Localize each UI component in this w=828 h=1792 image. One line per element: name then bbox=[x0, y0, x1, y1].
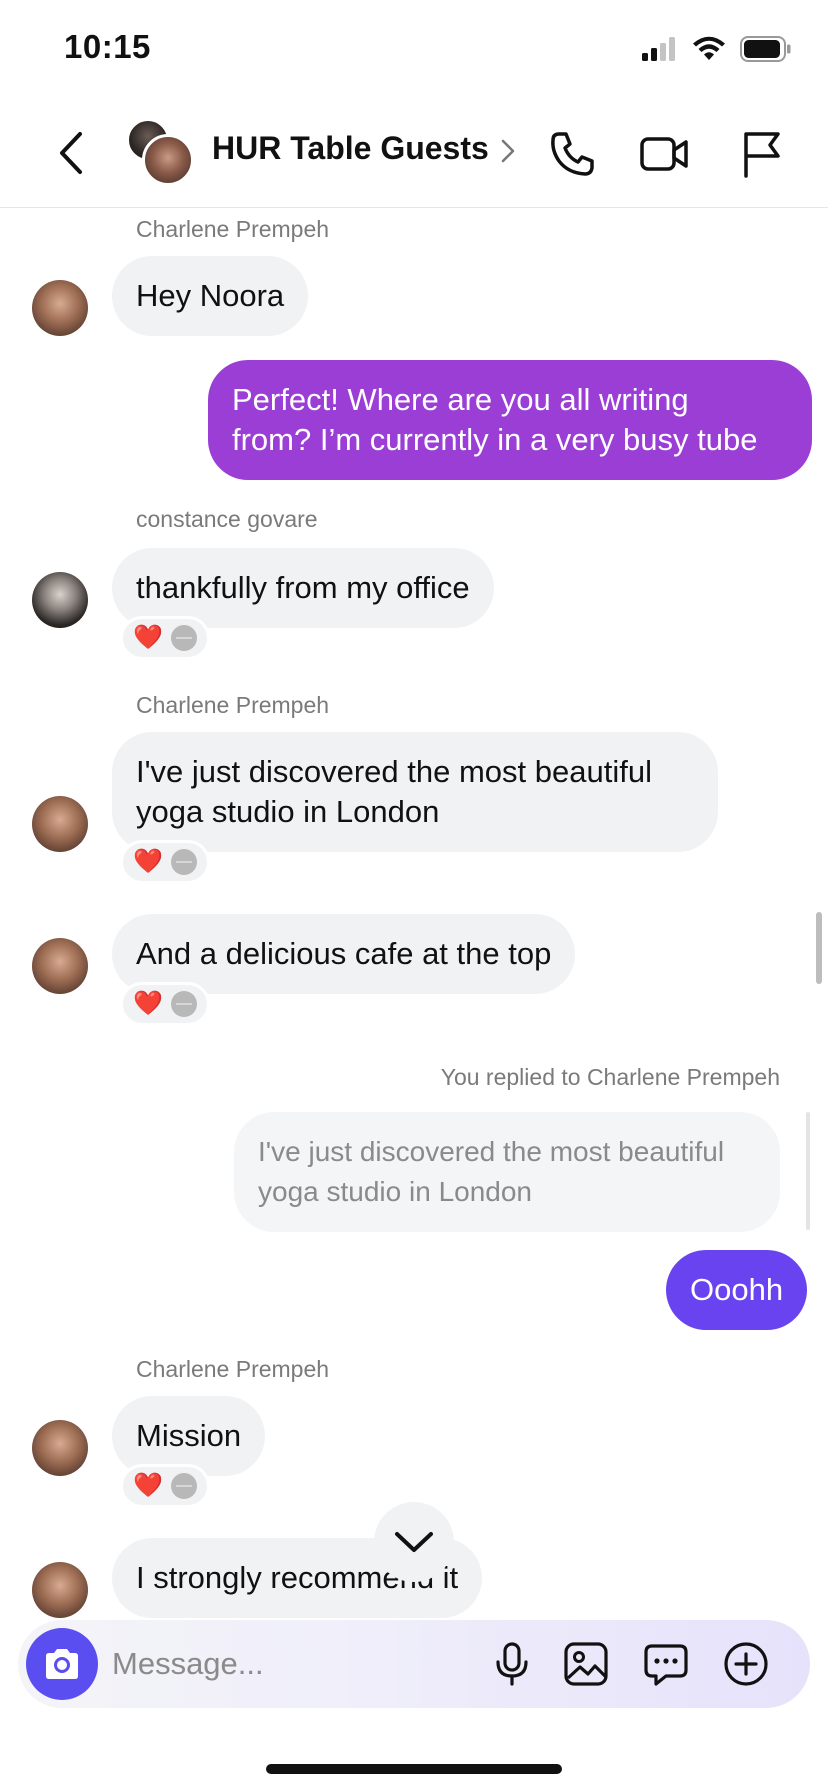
heart-reaction-icon: ❤️ bbox=[133, 990, 163, 1017]
phone-icon[interactable] bbox=[546, 128, 598, 180]
message-text-line: Perfect! Where are you all writing bbox=[232, 382, 689, 417]
status-time: 10:15 bbox=[64, 28, 151, 65]
incoming-message-bubble[interactable]: Hey Noora bbox=[112, 256, 309, 336]
battery-icon bbox=[740, 36, 791, 62]
avatar[interactable] bbox=[32, 280, 88, 336]
message-text-line: I've just discovered the most beautiful bbox=[136, 754, 652, 789]
wifi-icon bbox=[693, 36, 725, 60]
message-text-line: from? I’m currently in a very busy tube bbox=[232, 422, 758, 457]
home-indicator bbox=[266, 1764, 562, 1774]
sender-name: Charlene Prempeh bbox=[136, 692, 330, 718]
heart-reaction-icon: ❤️ bbox=[133, 848, 163, 875]
group-title[interactable]: HUR Table Guests bbox=[212, 130, 489, 167]
outgoing-message-bubble[interactable]: Ooohh bbox=[666, 1250, 808, 1330]
avatar[interactable] bbox=[32, 796, 88, 852]
sender-name: constance govare bbox=[136, 506, 318, 532]
message-input[interactable] bbox=[112, 1640, 452, 1688]
plus-circle-icon[interactable] bbox=[722, 1640, 770, 1688]
message-text: thankfully from my office bbox=[136, 570, 470, 605]
message-composer bbox=[18, 1620, 810, 1708]
gallery-image-icon[interactable] bbox=[562, 1640, 610, 1688]
sender-name: Charlene Prempeh bbox=[136, 1356, 330, 1382]
flag-icon[interactable] bbox=[736, 128, 788, 180]
quoted-text-line: yoga studio in London bbox=[258, 1176, 532, 1207]
avatar[interactable] bbox=[32, 572, 88, 628]
group-avatar[interactable] bbox=[126, 118, 194, 186]
message-text: Ooohh bbox=[690, 1272, 784, 1307]
reactor-avatar-icon bbox=[170, 849, 197, 875]
video-camera-icon[interactable] bbox=[638, 128, 690, 180]
incoming-message-bubble[interactable]: I've just discovered the most beautiful … bbox=[112, 732, 718, 852]
heart-reaction-icon: ❤️ bbox=[133, 624, 163, 651]
chat-header: HUR Table Guests bbox=[0, 100, 828, 208]
sticker-chat-icon[interactable] bbox=[642, 1640, 690, 1688]
reactions-pill[interactable]: ❤️ bbox=[120, 616, 210, 660]
heart-reaction-icon: ❤️ bbox=[133, 1472, 163, 1499]
reactions-pill[interactable]: ❤️ bbox=[120, 1464, 210, 1508]
group-avatar-member-2 bbox=[142, 134, 194, 186]
quoted-reply-bubble[interactable]: I've just discovered the most beautiful … bbox=[234, 1112, 780, 1232]
reactions-pill[interactable]: ❤️ bbox=[120, 840, 210, 884]
message-text: Hey Noora bbox=[136, 278, 285, 313]
reactions-pill[interactable]: ❤️ bbox=[120, 982, 210, 1026]
status-icons bbox=[642, 36, 792, 62]
camera-button[interactable] bbox=[26, 1628, 98, 1700]
reactor-avatar-icon bbox=[170, 625, 197, 651]
avatar[interactable] bbox=[32, 1420, 88, 1476]
message-text: Mission bbox=[136, 1418, 242, 1453]
cellular-signal-icon bbox=[642, 37, 675, 61]
message-text-line: yoga studio in London bbox=[136, 794, 440, 829]
replied-to-label: You replied to Charlene Prempeh bbox=[440, 1064, 780, 1090]
reactor-avatar-icon bbox=[170, 1473, 197, 1499]
avatar[interactable] bbox=[32, 938, 88, 994]
reply-indicator-bar bbox=[806, 1112, 810, 1230]
back-chevron-icon[interactable] bbox=[52, 128, 92, 178]
avatar[interactable] bbox=[32, 1562, 88, 1618]
scroll-to-bottom-button[interactable] bbox=[374, 1502, 454, 1582]
sender-name: Charlene Prempeh bbox=[136, 216, 330, 242]
quoted-text-line: I've just discovered the most beautiful bbox=[258, 1136, 725, 1167]
chevron-down-icon bbox=[395, 1532, 433, 1552]
reactor-avatar-icon bbox=[170, 991, 197, 1017]
camera-icon bbox=[46, 1649, 78, 1679]
outgoing-message-bubble[interactable]: Perfect! Where are you all writing from?… bbox=[208, 360, 812, 480]
chevron-right-icon[interactable] bbox=[500, 138, 516, 164]
status-bar: 10:15 bbox=[0, 0, 828, 100]
scrollbar[interactable] bbox=[816, 912, 822, 984]
message-text: And a delicious cafe at the top bbox=[136, 936, 552, 971]
microphone-icon[interactable] bbox=[488, 1640, 536, 1688]
